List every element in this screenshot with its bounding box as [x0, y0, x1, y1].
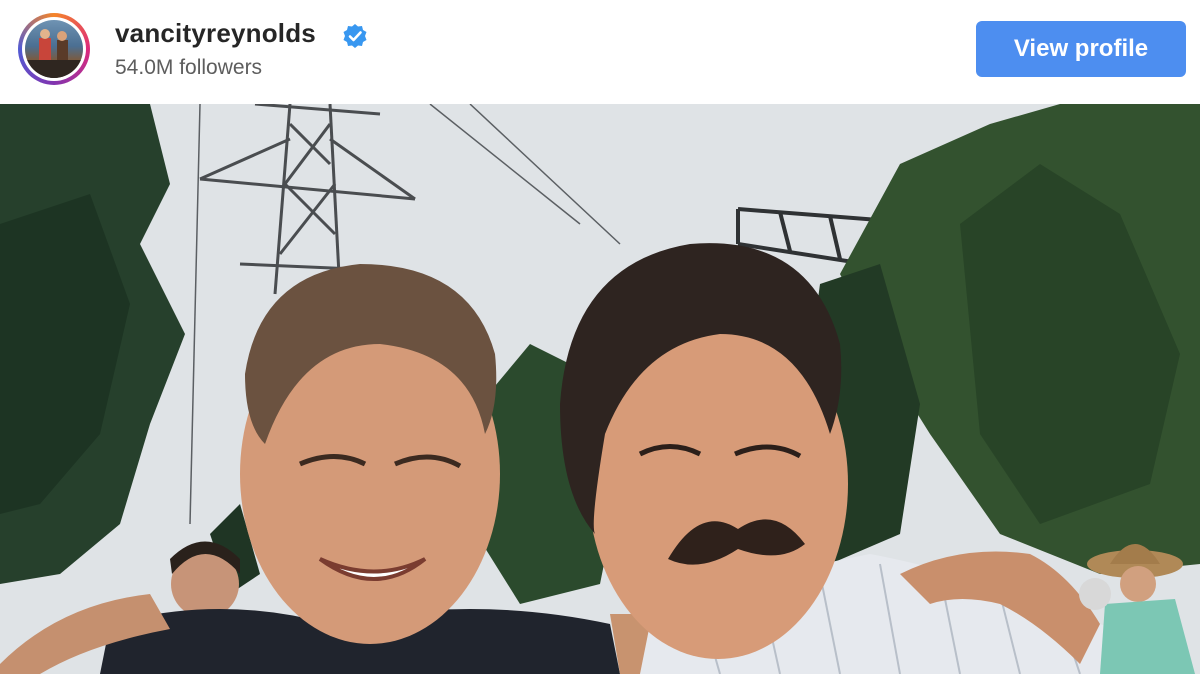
verified-badge-icon [343, 24, 367, 48]
follower-count: 54.0M followers [115, 56, 263, 79]
avatar-frame [22, 17, 86, 81]
profile-avatar[interactable] [18, 13, 90, 85]
post-photo[interactable] [0, 104, 1200, 674]
post-header: vancityreynolds 54.0M followers View pro… [0, 0, 1200, 104]
avatar-image [25, 20, 83, 78]
view-profile-button[interactable]: View profile [976, 21, 1186, 77]
username[interactable]: vancityreynolds [115, 18, 316, 49]
